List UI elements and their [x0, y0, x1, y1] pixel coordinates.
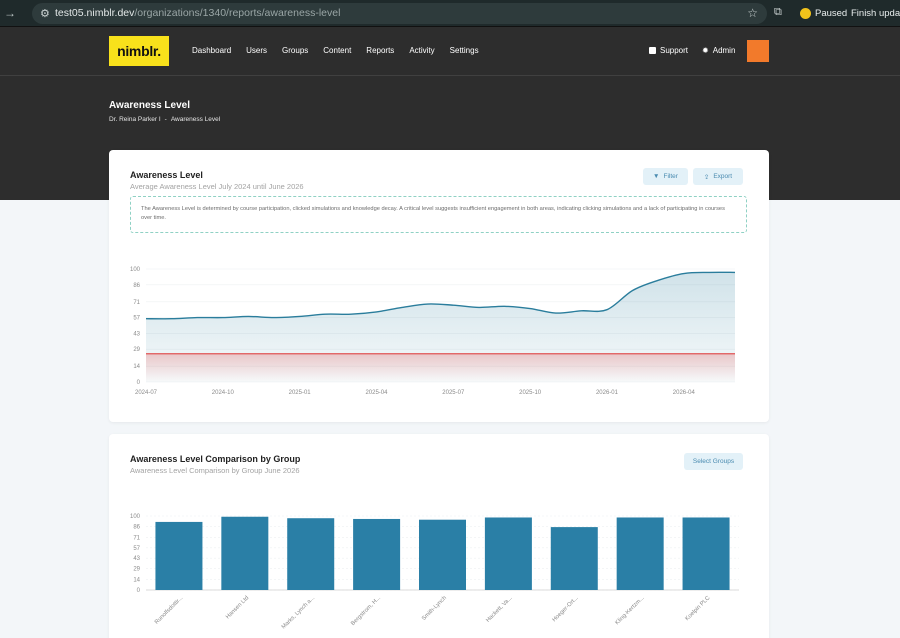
y-tick-label: 0: [137, 380, 141, 386]
group-comparison-card: Awareness Level Comparison by Group Awar…: [109, 434, 769, 638]
y-tick-label: 57: [133, 316, 140, 322]
bar: [221, 516, 269, 590]
x-tick-label: Koelpin PLC: [684, 595, 711, 622]
nav-users[interactable]: Users: [246, 46, 267, 55]
finish-update-button[interactable]: Finish update: [845, 5, 900, 22]
awareness-level-chart: 100 86 71 57 43 29 14 0 2024-07 2024-10 2025-01 202…: [130, 267, 736, 396]
nav-reports[interactable]: Reports: [366, 46, 394, 55]
y-tick-label: 0: [137, 588, 141, 594]
y-tick-label: 29: [133, 347, 140, 353]
profile-status: Paused: [815, 8, 848, 19]
y-tick-label: 71: [133, 300, 140, 306]
site-settings-icon[interactable]: ⚙: [40, 7, 50, 20]
y-tick-label: 43: [133, 556, 140, 562]
back-arrow-icon[interactable]: →: [4, 6, 16, 20]
x-tick-label: 2025-01: [289, 390, 312, 396]
bar: [353, 518, 401, 590]
bar: [155, 521, 203, 590]
y-tick-label: 14: [133, 364, 140, 370]
x-tick-label: 2026-04: [673, 390, 696, 396]
y-tick-label: 29: [133, 567, 140, 573]
x-tick-label: Marks, Lynch a...: [281, 595, 317, 631]
page-title: Awareness Level: [109, 100, 190, 111]
bar: [682, 517, 730, 590]
nav-dashboard[interactable]: Dashboard: [192, 46, 231, 55]
url-text[interactable]: test05.nimblr.dev/organizations/1340/rep…: [55, 7, 340, 19]
support-link[interactable]: Support: [649, 46, 688, 55]
y-tick-label: 57: [133, 546, 140, 552]
nav-content[interactable]: Content: [323, 46, 351, 55]
x-tick-label: Bergstrom, H...: [350, 595, 382, 627]
x-tick-label: 2025-04: [365, 390, 388, 396]
extensions-icon[interactable]: ⧉: [774, 6, 782, 19]
bar: [287, 518, 335, 590]
bar: [484, 517, 532, 590]
x-tick-label: Hansen Ltd: [225, 595, 250, 620]
support-icon: [649, 47, 656, 54]
critical-zone: [146, 353, 735, 382]
header-divider: [0, 75, 900, 76]
x-tick-label: 2024-10: [212, 390, 235, 396]
y-tick-label: 43: [133, 331, 140, 337]
bar: [616, 517, 664, 590]
awareness-level-card: Awareness Level Average Awareness Level …: [109, 150, 769, 422]
nimblr-logo[interactable]: nimblr.: [109, 36, 169, 66]
bookmark-star-icon[interactable]: ☆: [747, 6, 758, 20]
x-tick-label: 2025-10: [519, 390, 542, 396]
bar: [419, 519, 466, 590]
y-tick-label: 100: [130, 514, 141, 520]
group-comparison-chart: 100 86 71 57 43 29 14 0 Runolfsdottir... Hansen L…: [130, 514, 739, 631]
user-menu-button[interactable]: [747, 40, 769, 62]
y-tick-label: 100: [130, 267, 141, 273]
x-tick-label: Smith-Lynch: [421, 595, 448, 622]
nav-activity[interactable]: Activity: [409, 46, 434, 55]
x-tick-label: 2025-07: [442, 390, 465, 396]
breadcrumb-separator: -: [164, 116, 167, 123]
address-bar[interactable]: ⚙ test05.nimblr.dev/organizations/1340/r…: [32, 3, 767, 24]
y-tick-label: 14: [133, 578, 140, 584]
y-tick-label: 71: [133, 535, 140, 541]
breadcrumb-org[interactable]: Dr. Reina Parker I: [109, 116, 161, 123]
breadcrumb-current: Awareness Level: [170, 116, 221, 123]
y-tick-label: 86: [133, 524, 140, 530]
x-tick-label: Hackett, Va...: [485, 595, 514, 624]
x-tick-label: Hoeger-Ort...: [552, 595, 580, 623]
nav-groups[interactable]: Groups: [282, 46, 308, 55]
x-tick-label: 2026-01: [596, 390, 619, 396]
avatar: [800, 8, 811, 19]
bar: [550, 527, 598, 590]
x-tick-label: 2024-07: [135, 390, 158, 396]
y-tick-label: 86: [133, 283, 140, 289]
breadcrumb: Dr. Reina Parker I - Awareness Level: [109, 116, 220, 123]
gear-icon: ✹: [702, 46, 709, 55]
browser-toolbar: → ⚙ test05.nimblr.dev/organizations/1340…: [0, 0, 900, 27]
admin-link[interactable]: ✹ Admin: [702, 46, 735, 55]
main-nav: Dashboard Users Groups Content Reports A…: [192, 46, 479, 55]
nav-settings[interactable]: Settings: [450, 46, 479, 55]
x-tick-label: Runolfsdottir...: [154, 595, 185, 626]
x-tick-label: Kling-Kertzm...: [614, 595, 645, 626]
